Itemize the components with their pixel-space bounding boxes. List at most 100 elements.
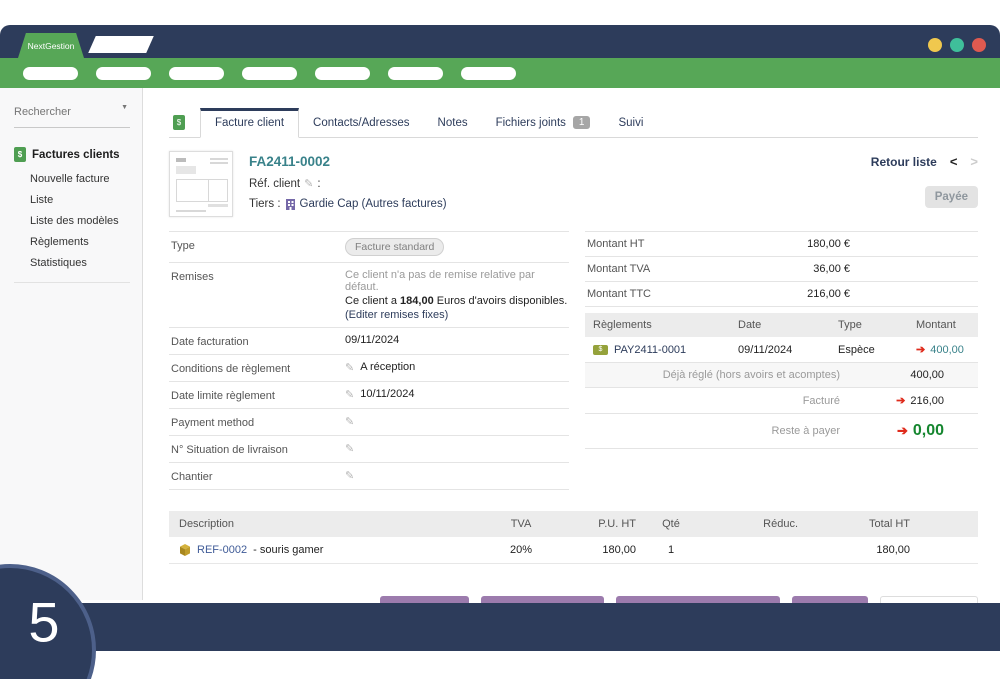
nav-pill[interactable] [242,67,297,80]
invoice-heading: FA2411-0002 Réf. client ✎ : Tiers : Gard… [249,151,447,217]
tiers-label: Tiers : [249,198,281,210]
remaining-amount: 0,00 [913,422,944,439]
tab-suivi[interactable]: Suivi [604,108,657,137]
product-cube-icon [179,544,191,556]
tab-facture-client[interactable]: Facture client [200,108,299,138]
main-navbar [0,58,1000,88]
field-label: Type [171,238,345,252]
tab-fichiers-joints[interactable]: Fichiers joints 1 [482,107,605,137]
nav-pill[interactable] [96,67,151,80]
payment-ref-link[interactable]: PAY2411-0001 [614,344,686,356]
tab-bar: $ Facture client Contacts/Adresses Notes… [169,107,978,138]
sidebar-search: ▼ [14,102,130,128]
edit-pencil-icon[interactable]: ✎ [345,469,354,482]
field-row-remises: Remises Ce client n'a pas de remise rela… [169,263,569,328]
main-content: $ Facture client Contacts/Adresses Notes… [144,88,1000,600]
tab-label: Notes [438,117,468,129]
invoice-ref: FA2411-0002 [249,154,447,169]
field-label: Payment method [171,415,345,429]
sidebar-item-reglements[interactable]: Règlements [14,231,130,252]
payments-table: Règlements Date Type Montant $ PAY2411-0… [585,313,978,449]
payments-header: Règlements Date Type Montant [585,313,978,337]
sidebar-item-liste-des-modeles[interactable]: Liste des modèles [14,210,130,231]
sidebar-divider [14,282,130,283]
sidebar-item-statistiques[interactable]: Statistiques [14,252,130,273]
chevron-down-icon[interactable]: ▼ [121,104,128,111]
company-icon [285,199,296,210]
red-arrow-icon: ➔ [916,344,925,356]
product-ref-link[interactable]: REF-0002 [197,544,247,556]
status-badge: Payée [925,186,978,208]
chevron-right-icon: > [970,154,978,169]
sidebar-section-factures-clients[interactable]: $ Factures clients [14,147,130,162]
amount-row-ttc: Montant TTC 216,00 € [585,282,978,307]
nav-pill[interactable] [23,67,78,80]
field-row-date-facturation: Date facturation 09/11/2024 [169,328,569,355]
field-label: Conditions de règlement [171,361,345,375]
invoice-icon: $ [173,115,185,130]
line-row: REF-0002 - souris gamer 20% 180,00 1 180… [169,537,978,564]
invoice-type-pill: Facture standard [345,238,444,256]
remaining-row: Reste à payer ➔0,00 [585,414,978,449]
field-value: 09/11/2024 [345,334,399,346]
edit-pencil-icon[interactable]: ✎ [345,442,354,455]
brand-logo[interactable]: NextGestion [18,33,84,58]
amount-row-tva: Montant TVA 36,00 € [585,257,978,282]
window-minimize-dot[interactable] [928,38,942,52]
chevron-left-icon[interactable]: < [950,154,958,169]
detail-columns: Type Facture standard Remises Ce client … [169,231,978,490]
tiers-line: Tiers : Gardie Cap (Autres factures) [249,198,447,210]
back-to-list-link[interactable]: Retour liste [871,155,937,169]
window-close-dot[interactable] [972,38,986,52]
brand-flag-shape [88,36,154,53]
edit-pencil-icon[interactable]: ✎ [345,388,354,401]
footer-bar [0,603,1000,651]
red-arrow-icon: ➔ [896,395,905,407]
field-label: N° Situation de livraison [171,442,345,456]
nav-pill[interactable] [169,67,224,80]
payment-row: $ PAY2411-0001 09/11/2024 Espèce ➔400,00 [585,337,978,363]
product-label: - souris gamer [253,544,323,556]
search-input[interactable] [14,106,130,118]
field-row-date-limite: Date limite règlement ✎ 10/11/2024 [169,382,569,409]
field-label: Chantier [171,469,345,483]
tab-label: Contacts/Adresses [313,117,410,129]
invoice-banner: FA2411-0002 Réf. client ✎ : Tiers : Gard… [169,151,978,217]
already-paid-row: Déjà réglé (hors avoirs et acomptes) 400… [585,363,978,388]
ref-client-colon: : [317,178,320,190]
ref-client-line: Réf. client ✎ : [249,177,447,190]
edit-remises-link[interactable]: (Editer remises fixes) [345,309,569,321]
window-controls [928,38,986,52]
invoice-fields-table: Type Facture standard Remises Ce client … [169,231,569,490]
line-qty: 1 [636,544,706,556]
pdf-thumbnail[interactable] [169,151,233,217]
tiers-link[interactable]: Gardie Cap (Autres factures) [300,198,447,210]
field-label: Date limite règlement [171,388,345,402]
remise-default-text: Ce client n'a pas de remise relative par… [345,269,569,293]
sidebar-item-nouvelle-facture[interactable]: Nouvelle facture [14,168,130,189]
ref-client-label: Réf. client [249,178,300,190]
nav-pill[interactable] [315,67,370,80]
field-row-conditions: Conditions de règlement ✎ A réception [169,355,569,382]
field-label: Date facturation [171,334,345,348]
sidebar-item-liste[interactable]: Liste [14,189,130,210]
attachment-count-badge: 1 [573,116,591,129]
field-row-type: Type Facture standard [169,232,569,263]
invoice-icon: $ [14,147,26,162]
nav-pill[interactable] [461,67,516,80]
window-maximize-dot[interactable] [950,38,964,52]
edit-pencil-icon[interactable]: ✎ [304,177,313,190]
edit-pencil-icon[interactable]: ✎ [345,415,354,428]
nav-pill[interactable] [388,67,443,80]
field-row-chantier: Chantier ✎ [169,463,569,490]
page-number: 5 [28,590,59,655]
tab-notes[interactable]: Notes [424,108,482,137]
line-total-ht: 180,00 [798,544,910,556]
banner-right: Retour liste < > Payée [871,151,978,217]
cash-icon: $ [593,345,608,355]
totals-panel: Montant HT 180,00 € Montant TVA 36,00 € … [585,231,978,490]
tab-contacts-adresses[interactable]: Contacts/Adresses [299,108,424,137]
field-row-situation: N° Situation de livraison ✎ [169,436,569,463]
edit-pencil-icon[interactable]: ✎ [345,361,354,374]
payment-type: Espèce [838,344,916,356]
